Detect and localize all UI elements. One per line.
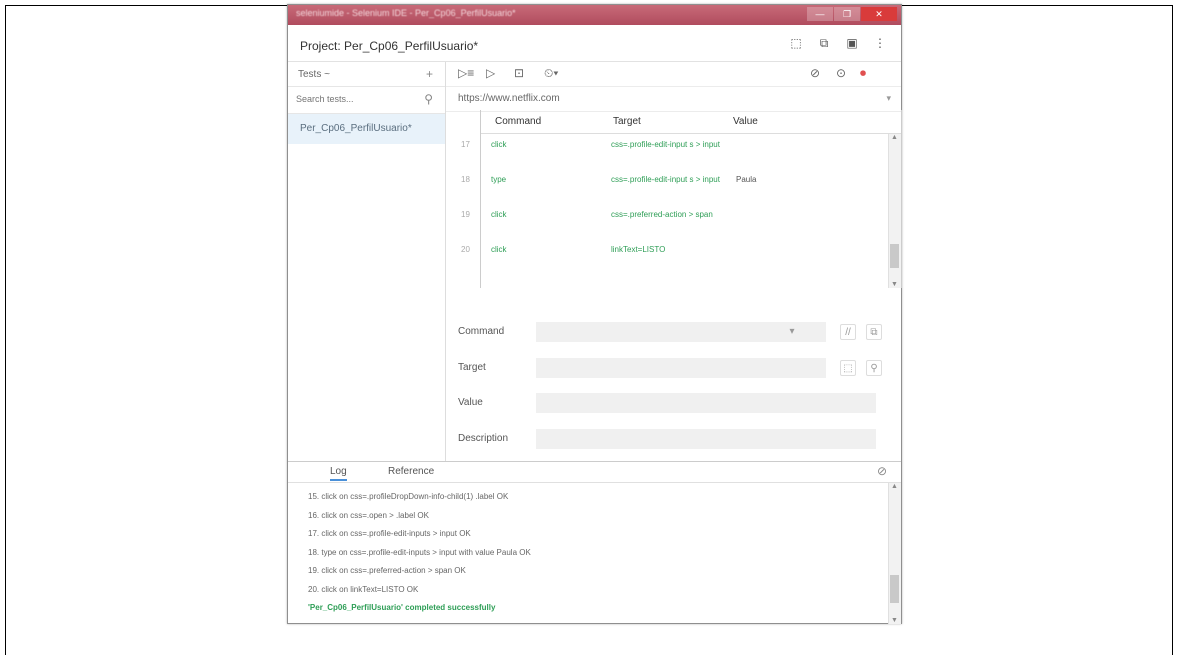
maximize-button[interactable]: ❐ [834, 7, 860, 21]
search-tests-input[interactable] [296, 92, 416, 106]
command-label: Command [458, 326, 505, 337]
log-panel: Log Reference ⊘ 15. click on css=.profil… [288, 461, 901, 624]
scroll-up-icon[interactable]: ▲ [891, 483, 898, 490]
toggle-comment-icon[interactable]: // [840, 324, 856, 340]
row-value: Paula [736, 175, 757, 184]
row-number: 19 [461, 210, 470, 219]
table-scrollbar[interactable]: ▲ ▼ [888, 134, 901, 288]
value-label: Value [458, 397, 483, 408]
target-input[interactable] [536, 358, 826, 378]
save-project-icon[interactable]: ▣ [845, 36, 859, 50]
description-label: Description [458, 433, 509, 444]
description-input[interactable] [536, 429, 876, 449]
search-icon: ⚲ [424, 92, 433, 106]
new-project-icon[interactable]: ⬚ [789, 36, 803, 50]
command-input[interactable] [536, 322, 826, 342]
tab-log[interactable]: Log [330, 466, 347, 481]
close-button[interactable]: ✕ [861, 7, 897, 21]
row-number: 17 [461, 140, 470, 149]
table-row[interactable]: 18 type css=.profile-edit-input s > inpu… [461, 169, 887, 204]
disable-breakpoints-icon[interactable]: ⊘ [810, 66, 820, 80]
record-icon[interactable]: ⏺ [860, 66, 866, 81]
table-row[interactable]: 19 click css=.preferred-action > span [461, 204, 887, 239]
log-line: 18. type on css=.profile-edit-inputs > i… [308, 547, 531, 557]
row-command: click [491, 210, 507, 219]
scrollbar-thumb[interactable] [890, 244, 899, 268]
target-label: Target [458, 362, 486, 373]
speed-icon[interactable]: ⏲▾ [544, 66, 558, 81]
log-scrollbar[interactable]: ▲ ▼ [888, 483, 901, 624]
row-target: css=.profile-edit-input s > input [611, 140, 720, 149]
window-title: seleniumide - Selenium IDE - Per_Cp06_Pe… [296, 8, 516, 18]
log-line: 15. click on css=.profileDropDown-info-c… [308, 492, 509, 501]
search-row: ⚲ [288, 87, 445, 114]
command-editor: Command ▾ // ⧉ Target ⬚ ⚲ Value Descript… [446, 298, 901, 458]
tests-sidebar: Tests ~ + ⚲ Per_Cp06_PerfilUsuario* [288, 62, 446, 461]
chevron-down-icon[interactable]: ▾ [886, 93, 891, 104]
column-header-command: Command [495, 116, 542, 127]
scrollbar-thumb[interactable] [890, 575, 899, 603]
minimize-button[interactable]: — [807, 7, 833, 21]
scroll-down-icon[interactable]: ▼ [891, 617, 898, 624]
selenium-ide-window: seleniumide - Selenium IDE - Per_Cp06_Pe… [287, 4, 902, 624]
row-command: type [491, 175, 507, 184]
table-row[interactable]: 20 click linkText=LISTO [461, 239, 887, 274]
editor-pane: ▷≡ ▷ ⊡ ⏲▾ ⊘ ⊙ ⏺ https://www.netflix.com … [446, 62, 902, 461]
log-success-line: 'Per_Cp06_PerfilUsuario' completed succe… [308, 603, 496, 612]
row-target: linkText=LISTO [611, 245, 666, 254]
title-bar[interactable]: seleniumide - Selenium IDE - Per_Cp06_Pe… [288, 5, 901, 25]
value-input[interactable] [536, 393, 876, 413]
log-line: 17. click on css=.profile-edit-inputs > … [308, 529, 471, 538]
row-number: 20 [461, 245, 470, 254]
log-line: 20. click on linkText=LISTO OK [308, 584, 419, 594]
find-target-icon[interactable]: ⚲ [866, 360, 882, 376]
row-target: css=.profile-edit-input s > input [611, 175, 720, 184]
column-header-value: Value [733, 116, 758, 127]
base-url-value: https://www.netflix.com [458, 93, 560, 104]
tests-dropdown[interactable]: Tests ~ + [288, 62, 445, 87]
command-table: Command Target Value 17 click css=.profi… [461, 110, 902, 288]
add-test-icon[interactable]: + [426, 67, 433, 81]
project-title: Project: Per_Cp06_PerfilUsuario* [300, 39, 479, 53]
test-list-item[interactable]: Per_Cp06_PerfilUsuario* [288, 114, 445, 144]
scroll-down-icon[interactable]: ▼ [891, 281, 898, 288]
project-bar: Project: Per_Cp06_PerfilUsuario* ⬚ ⧉ ▣ ⋮ [288, 25, 901, 62]
log-lines: 15. click on css=.profileDropDown-info-c… [308, 488, 868, 618]
base-url-field[interactable]: https://www.netflix.com ▾ [446, 86, 901, 112]
toolbar: ▷≡ ▷ ⊡ ⏲▾ ⊘ ⊙ ⏺ [446, 62, 901, 86]
run-all-tests-icon[interactable]: ▷≡ [458, 66, 474, 80]
tests-dropdown-label: Tests ~ [298, 69, 330, 80]
log-line: 19. click on css=.preferred-action > spa… [308, 566, 466, 575]
select-target-icon[interactable]: ⬚ [840, 360, 856, 376]
test-item-label: Per_Cp06_PerfilUsuario* [300, 123, 412, 134]
run-test-icon[interactable]: ▷ [486, 66, 495, 80]
scroll-up-icon[interactable]: ▲ [891, 134, 898, 141]
pause-on-exceptions-icon[interactable]: ⊙ [836, 66, 846, 80]
open-project-icon[interactable]: ⧉ [817, 36, 831, 50]
column-header-target: Target [613, 116, 641, 127]
more-options-icon[interactable]: ⋮ [873, 36, 887, 50]
tab-reference[interactable]: Reference [388, 466, 434, 477]
row-command: click [491, 245, 507, 254]
open-reference-icon[interactable]: ⧉ [866, 324, 882, 340]
table-row[interactable]: 17 click css=.profile-edit-input s > inp… [461, 134, 887, 169]
chevron-down-icon[interactable]: ▾ [784, 324, 800, 340]
step-over-icon[interactable]: ⊡ [514, 66, 524, 80]
log-line: 16. click on css=.open > .label OK [308, 510, 429, 520]
clear-log-icon[interactable]: ⊘ [877, 464, 887, 478]
row-number: 18 [461, 175, 470, 184]
row-command: click [491, 140, 507, 149]
row-target: css=.preferred-action > span [611, 210, 713, 219]
log-tabs: Log Reference ⊘ [288, 462, 901, 483]
